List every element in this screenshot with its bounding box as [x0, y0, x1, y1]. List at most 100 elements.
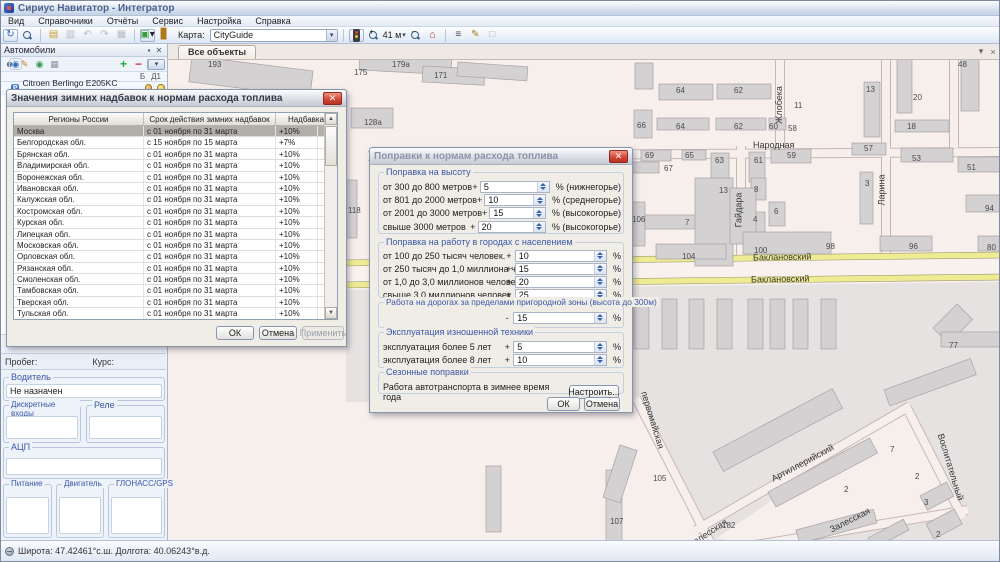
spinner-arrows-icon[interactable]	[533, 195, 545, 205]
close-button[interactable]: ✕	[323, 92, 342, 105]
value-spinner[interactable]: 15	[489, 207, 546, 219]
value-spinner[interactable]: 20	[478, 221, 546, 233]
value-spinner[interactable]: 10	[515, 250, 607, 262]
add-vehicle-icon[interactable]: +	[117, 58, 130, 70]
table-row[interactable]: Костромская обл. с 01 ноября по 31 марта…	[14, 206, 324, 217]
sign-label: +	[470, 222, 476, 232]
spinner-arrows-icon[interactable]	[594, 264, 606, 274]
chevron-down-icon[interactable]: ▾	[402, 31, 406, 39]
value-spinner[interactable]: 10	[513, 354, 607, 366]
value-spinner[interactable]: 10	[484, 194, 546, 206]
menu-item[interactable]: Справочники	[38, 16, 93, 26]
table-row[interactable]: Рязанская обл. с 01 ноября по 31 марта +…	[14, 263, 324, 274]
table-row[interactable]: Орловская обл. с 01 ноября по 31 марта +…	[14, 251, 324, 262]
edit-table-button[interactable]: ▤	[46, 29, 61, 42]
zoom-out-button[interactable]: −	[408, 29, 423, 42]
spinner-arrows-icon[interactable]	[533, 222, 545, 232]
table-row[interactable]: Липецкая обл. с 01 ноября по 31 марта +1…	[14, 229, 324, 240]
value-spinner[interactable]: 5	[513, 341, 607, 353]
globe-icon[interactable]: ◉	[33, 58, 46, 70]
ok-button[interactable]: ОК	[216, 326, 254, 340]
region-cell: Орловская обл.	[14, 251, 144, 261]
table-row[interactable]: Тамбовская обл. с 01 ноября по 31 марта …	[14, 285, 324, 296]
table-row[interactable]: Смоленская обл. с 01 ноября по 31 марта …	[14, 274, 324, 285]
surcharge-cell: +10%	[276, 183, 318, 193]
cancel-button[interactable]: Отмена	[584, 397, 620, 411]
ok-button[interactable]: ОК	[547, 397, 580, 411]
table-row[interactable]: Курская обл. с 01 ноября по 31 марта +10…	[14, 217, 324, 228]
toolbar-separator	[445, 29, 446, 42]
globe-blue-icon[interactable]: ◉	[9, 58, 22, 70]
period-cell: с 01 ноября по 31 марта	[144, 240, 276, 250]
notes-button[interactable]: ✎	[468, 29, 483, 42]
scroll-up-icon[interactable]: ▲	[325, 113, 337, 125]
spinner-arrows-icon[interactable]	[594, 277, 606, 287]
table-row[interactable]: Брянская обл. с 01 ноября по 31 марта +1…	[14, 149, 324, 160]
redo-button[interactable]: ↷	[97, 29, 112, 42]
menu-item[interactable]: Отчёты	[107, 16, 138, 26]
table-row[interactable]: Ивановская обл. с 01 ноября по 31 марта …	[14, 183, 324, 194]
apply-button[interactable]: Применить	[302, 326, 344, 340]
chevron-down-icon[interactable]: ▾	[326, 30, 337, 41]
home-button[interactable]: ⌂	[425, 29, 440, 42]
menu-item[interactable]: Настройка	[197, 16, 241, 26]
pin-icon[interactable]: ▪	[144, 46, 154, 55]
table-row[interactable]: Московская обл. с 01 ноября по 31 марта …	[14, 240, 324, 251]
table-row[interactable]: Калужская обл. с 01 ноября по 31 марта +…	[14, 194, 324, 205]
table-row[interactable]: Белгородская обл. с 15 ноября по 15 март…	[14, 137, 324, 148]
spinner-arrows-icon[interactable]	[537, 182, 549, 192]
menu-item[interactable]: Сервис	[152, 16, 183, 26]
table-tool-button[interactable]: ▥	[63, 29, 78, 42]
table-row[interactable]: Владимирская обл. с 01 ноября по 31 март…	[14, 160, 324, 171]
refresh-button[interactable]: ↻	[3, 29, 18, 42]
pencil-icon: ✎	[471, 30, 479, 40]
menu-item[interactable]: Справка	[255, 16, 290, 26]
roads-group: Работа на дорогах за пределами пригородн…	[378, 302, 624, 328]
value-spinner[interactable]: 20	[515, 276, 607, 288]
region-cell: Владимирская обл.	[14, 160, 144, 170]
camera-icon[interactable]: ▦	[48, 58, 61, 70]
spinner-arrows-icon[interactable]	[594, 313, 606, 323]
grid-icon: ▦	[117, 30, 126, 40]
column-regions[interactable]: Регионы России	[14, 113, 144, 125]
vehicle-view-select[interactable]: ▾	[147, 59, 165, 70]
tab-close-icon[interactable]: ×	[987, 47, 999, 57]
scroll-thumb[interactable]	[325, 126, 337, 166]
close-icon[interactable]: ✕	[154, 46, 164, 55]
zoom-in-button[interactable]: +	[366, 29, 381, 42]
column-period[interactable]: Срок действия зимних надбавок	[144, 113, 276, 125]
menu-item[interactable]: Вид	[8, 16, 24, 26]
chevron-down-icon: ▾	[148, 60, 164, 69]
checkbox-tool-button[interactable]: □	[485, 29, 500, 42]
track-button[interactable]: ▣▾	[140, 29, 155, 42]
list-button[interactable]: ≡	[451, 29, 466, 42]
title-bar[interactable]: Сириус Навигатор - Интегратор	[1, 1, 999, 16]
spinner-arrows-icon[interactable]	[594, 251, 606, 261]
table-row[interactable]: Тверская обл. с 01 ноября по 31 марта +1…	[14, 297, 324, 308]
table-row[interactable]: Тульская обл. с 01 ноября по 31 марта +1…	[14, 308, 324, 319]
value-spinner[interactable]: 15	[513, 312, 607, 324]
spinner-arrows-icon[interactable]	[533, 208, 545, 218]
remove-vehicle-icon[interactable]: −	[132, 58, 145, 70]
map-select[interactable]: CityGuide ▾	[210, 29, 338, 42]
table-scrollbar[interactable]: ▲ ▼	[324, 113, 337, 319]
dialog-title-bar[interactable]: Значения зимних надбавок к нормам расход…	[7, 90, 346, 107]
table-row[interactable]: Москва с 01 ноября по 31 марта +10%	[14, 126, 324, 137]
chart-button[interactable]: ▊	[157, 29, 172, 42]
value-spinner[interactable]: 15	[515, 263, 607, 275]
tab-menu-icon[interactable]: ▾	[975, 46, 987, 57]
dialog-title-bar[interactable]: Поправки к нормам расхода топлива ✕	[370, 148, 632, 165]
grid-button[interactable]: ▦	[114, 29, 129, 42]
zoom-level-select[interactable]: 41 м ▾	[383, 30, 406, 40]
spinner-arrows-icon[interactable]	[594, 355, 606, 365]
tab-all-objects[interactable]: Все объекты	[178, 45, 256, 59]
value-spinner[interactable]: 5	[480, 181, 550, 193]
traffic-button[interactable]	[349, 29, 364, 42]
close-button[interactable]: ✕	[609, 150, 628, 163]
scroll-down-icon[interactable]: ▼	[325, 307, 337, 319]
table-row[interactable]: Воронежская обл. с 01 ноября по 31 марта…	[14, 172, 324, 183]
cancel-button[interactable]: Отмена	[259, 326, 297, 340]
undo-button[interactable]: ↶	[80, 29, 95, 42]
spinner-arrows-icon[interactable]	[594, 342, 606, 352]
search-button[interactable]	[20, 29, 35, 42]
